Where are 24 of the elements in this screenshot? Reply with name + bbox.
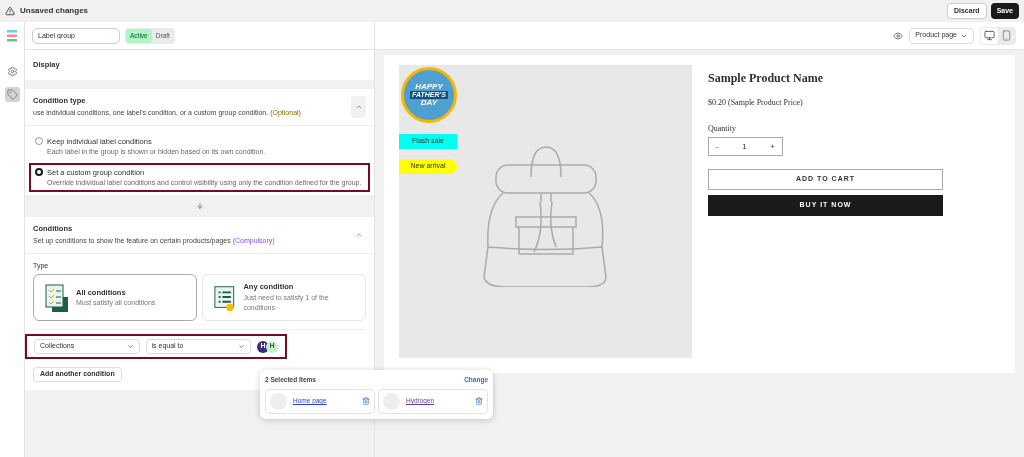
quantity-value: 1 [742, 140, 747, 153]
preview-eye-icon[interactable] [893, 30, 904, 41]
sidebar-item[interactable] [4, 87, 20, 102]
radio-button[interactable] [35, 168, 43, 177]
mobile-icon [1001, 30, 1012, 41]
arrow-down-icon [195, 201, 204, 210]
product-price: $0.20 (Sample Product Price) [708, 97, 804, 109]
checklist-icon [44, 282, 70, 313]
quantity-label: Quantity [708, 123, 737, 135]
delete-icon[interactable] [362, 397, 370, 406]
delete-icon[interactable] [475, 397, 483, 406]
settings-icon [6, 66, 18, 77]
decrease-button[interactable]: - [716, 140, 719, 153]
radio-button[interactable] [35, 137, 43, 146]
chevron-down-icon [238, 343, 245, 351]
warning-icon [5, 6, 15, 16]
product-name: Sample Product Name [708, 70, 825, 87]
desktop-icon [984, 30, 995, 41]
device-toggle[interactable] [981, 27, 998, 44]
tag-icon [6, 89, 18, 100]
chevron-down-icon [126, 343, 134, 351]
app-logo-icon [7, 30, 17, 42]
increase-button[interactable]: + [770, 140, 775, 153]
unsaved-title: Unsaved changes [20, 5, 89, 17]
